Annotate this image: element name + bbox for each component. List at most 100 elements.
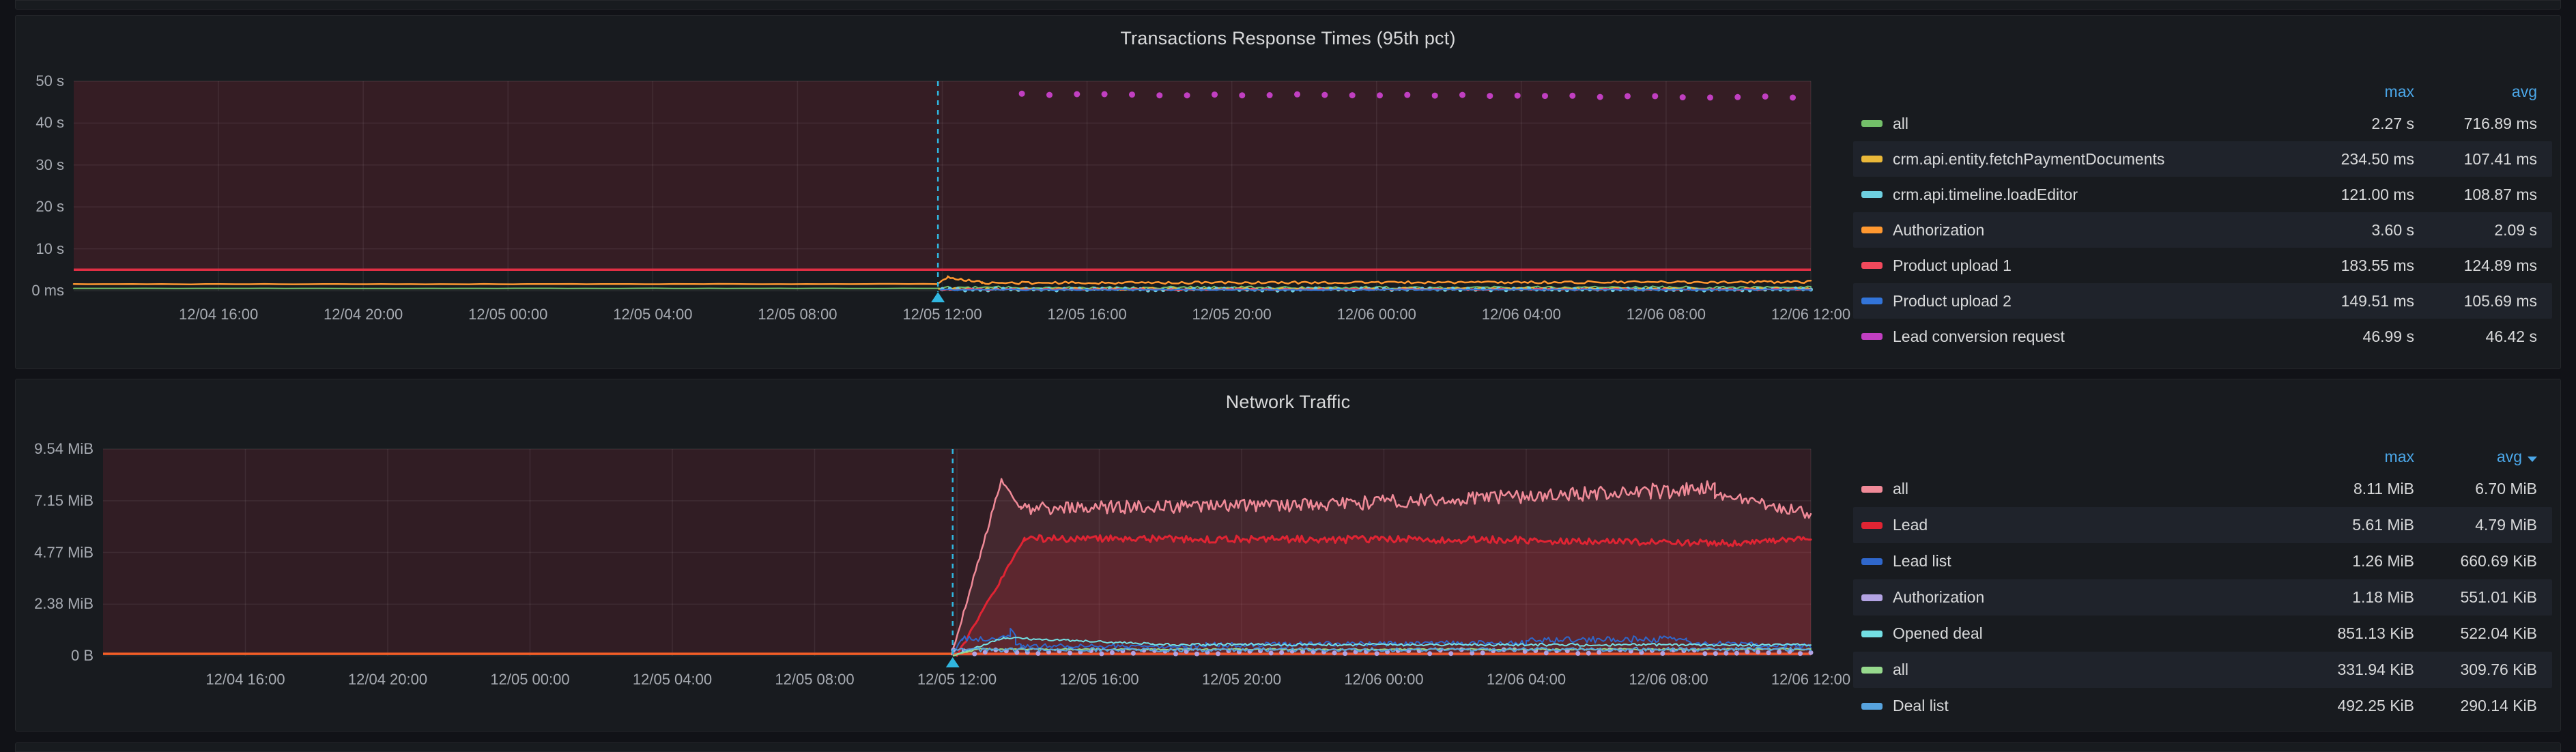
series-toggle[interactable]: Lead [1861,516,2288,534]
legend-row[interactable]: all331.94 KiB309.76 KiB [1853,652,2552,688]
series-toggle[interactable]: Product upload 2 [1861,292,2288,310]
y-axis-tick: 4.77 MiB [16,544,94,562]
series-max-value: 183.55 ms [2288,257,2414,275]
legend-row[interactable]: crm.api.timeline.loadEditor 121.00 ms108.… [1853,177,2552,212]
series-avg-value: 6.70 MiB [2414,480,2537,498]
series-toggle[interactable]: Opened deal [1861,624,2288,643]
series-color-swatch [1861,262,1883,269]
series-label[interactable]: Deal list [1893,697,1949,715]
legend-row[interactable]: Authorization 1.18 MiB551.01 KiB [1853,579,2552,616]
series-label[interactable]: Lead conversion request [1893,328,2065,346]
x-axis-tick: 12/04 16:00 [143,306,294,323]
series-label[interactable]: Authorization [1893,221,1984,240]
legend-row[interactable]: crm.api.entity.fetchPaymentDocuments 234.… [1853,141,2552,177]
legend-row[interactable]: Lead conversion request46.99 s46.42 s [1853,319,2552,354]
series-avg-value: 4.79 MiB [2414,516,2537,534]
panel-transactions-response-times: Transactions Response Times (95th pct) m… [15,15,2561,369]
series-color-swatch [1861,156,1883,162]
legend-row[interactable]: Opened deal 851.13 KiB522.04 KiB [1853,616,2552,652]
series-color-swatch [1861,191,1883,198]
series-max-value: 851.13 KiB [2288,624,2414,643]
x-axis-tick: 12/06 12:00 [1736,306,1886,323]
x-axis-tick: 12/04 20:00 [288,306,438,323]
x-axis-tick: 12/05 08:00 [722,306,872,323]
series-max-value: 331.94 KiB [2288,661,2414,679]
series-max-value: 149.51 ms [2288,292,2414,310]
series-toggle[interactable]: crm.api.entity.fetchPaymentDocuments [1861,150,2288,169]
series-color-swatch [1861,522,1883,529]
series-toggle[interactable]: crm.api.timeline.loadEditor [1861,186,2288,204]
series-label[interactable]: all [1893,115,1908,133]
series-max-value: 3.60 s [2288,221,2414,240]
series-avg-value: 107.41 ms [2414,150,2537,169]
series-label[interactable]: Lead [1893,516,1928,534]
series-label[interactable]: all [1893,480,1908,498]
x-axis-tick: 12/05 20:00 [1157,306,1307,323]
annotation-marker[interactable] [946,657,960,667]
series-label[interactable]: Product upload 2 [1893,292,2012,310]
legend-row[interactable]: Authorization3.60 s2.09 s [1853,212,2552,248]
legend-row[interactable]: Product upload 1183.55 ms124.89 ms [1853,248,2552,283]
legend-header: maxavg [1853,442,2552,471]
x-axis-tick: 12/05 08:00 [740,671,890,689]
series-toggle[interactable]: Product upload 1 [1861,257,2288,275]
panel-network-traffic: Network Traffic maxavgall8.11 MiB6.70 Mi… [15,379,2561,732]
series-avg-value: 716.89 ms [2414,115,2537,133]
series-toggle[interactable]: Deal list [1861,697,2288,715]
series-toggle[interactable]: all [1861,480,2288,498]
series-max-value: 1.18 MiB [2288,588,2414,607]
series-fill-lead [957,535,1811,656]
legend-row[interactable]: Lead list 1.26 MiB660.69 KiB [1853,543,2552,579]
legend-sort-max[interactable]: max [2288,448,2414,466]
x-axis-tick: 12/06 04:00 [1446,306,1597,323]
series-max-value: 5.61 MiB [2288,516,2414,534]
y-axis-tick: 0 B [16,647,94,665]
series-label[interactable]: Authorization [1893,588,1984,607]
series-max-value: 492.25 KiB [2288,697,2414,715]
x-axis-tick: 12/04 16:00 [171,671,321,689]
series-color-swatch [1861,120,1883,127]
legend-sort-max[interactable]: max [2288,83,2414,101]
legend-row[interactable]: all 2.27 s716.89 ms [1853,106,2552,141]
legend-row[interactable]: Deal list492.25 KiB290.14 KiB [1853,688,2552,724]
legend-row[interactable]: Lead 5.61 MiB4.79 MiB [1853,507,2552,543]
series-label[interactable]: all [1893,661,1908,679]
series-color-swatch [1861,703,1883,710]
series-label[interactable]: crm.api.timeline.loadEditor [1893,186,2078,204]
legend-sort-avg[interactable]: avg [2414,448,2537,466]
series-max-value: 234.50 ms [2288,150,2414,169]
series-label[interactable]: crm.api.entity.fetchPaymentDocuments [1893,150,2164,169]
series-max-value: 2.27 s [2288,115,2414,133]
annotation-marker[interactable] [931,292,945,302]
series-toggle[interactable]: all [1861,115,2288,133]
series-avg-value: 551.01 KiB [2414,588,2537,607]
series-toggle[interactable]: Lead conversion request [1861,328,2288,346]
series-avg-value: 105.69 ms [2414,292,2537,310]
series-avg-value: 108.87 ms [2414,186,2537,204]
series-color-swatch [1861,631,1883,637]
legend-row[interactable]: Product upload 2 149.51 ms105.69 ms [1853,283,2552,319]
series-label[interactable]: Lead list [1893,552,1951,570]
series-toggle[interactable]: Lead list [1861,552,2288,570]
x-axis-tick: 12/06 08:00 [1594,671,1744,689]
series-color-swatch [1861,333,1883,340]
y-axis-tick: 50 s [16,72,64,90]
series-avg-value: 522.04 KiB [2414,624,2537,643]
x-axis-tick: 12/06 08:00 [1591,306,1741,323]
x-axis-tick: 12/05 00:00 [455,671,605,689]
series-max-value: 121.00 ms [2288,186,2414,204]
y-axis-tick: 20 s [16,198,64,216]
series-label[interactable]: Opened deal [1893,624,1983,643]
series-label[interactable]: Product upload 1 [1893,257,2012,275]
series-avg-value: 660.69 KiB [2414,552,2537,570]
series-toggle[interactable]: Authorization [1861,221,2288,240]
x-axis-tick: 12/06 00:00 [1309,671,1459,689]
legend-row[interactable]: all8.11 MiB6.70 MiB [1853,471,2552,507]
legend-sort-avg[interactable]: avg [2414,83,2537,101]
series-max-value: 1.26 MiB [2288,552,2414,570]
series-toggle[interactable]: Authorization [1861,588,2288,607]
sort-desc-icon [2528,457,2537,462]
y-axis-tick: 10 s [16,240,64,258]
series-toggle[interactable]: all [1861,661,2288,679]
x-axis-tick: 12/05 20:00 [1167,671,1317,689]
